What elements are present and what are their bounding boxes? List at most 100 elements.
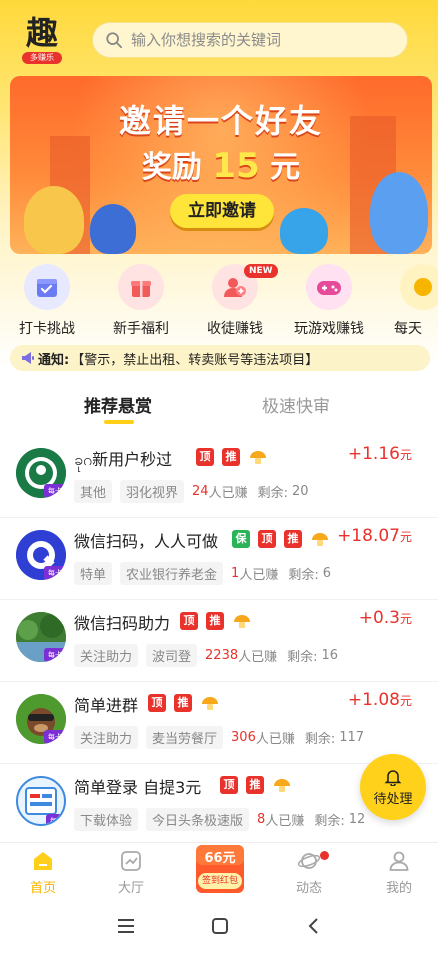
- nav-mine[interactable]: 我的: [364, 849, 434, 896]
- tag-recommend: 推: [284, 530, 302, 548]
- invite-banner[interactable]: 邀请一个好友 奖励 15 元 立即邀请: [10, 76, 432, 254]
- reward-value: +0.3: [358, 608, 400, 628]
- task-category: 关注助力: [74, 726, 139, 749]
- reward-value: +18.07: [337, 526, 400, 546]
- task-row[interactable]: 每卡 微信扫码，人人可做 保 顶 推 +18.07元 特单 农业银行养老金 1 …: [0, 518, 438, 600]
- mushroom-icon: [234, 615, 250, 628]
- chart-icon: [121, 851, 141, 871]
- home-icon: [34, 852, 52, 870]
- tag-recommend: 推: [246, 776, 264, 794]
- task-category: 下载体验: [74, 808, 139, 831]
- task-row[interactable]: 每卡 ခုဂ新用户秒过 顶 推 +1.16元 其他 羽化视界 24 人已赚 剩余…: [0, 436, 438, 518]
- tag-recommend: 推: [206, 612, 224, 630]
- task-row[interactable]: 每卡 微信扫码助力 顶 推 +0.3元 关注助力 波司登 2238 人已赚 剩余…: [0, 600, 438, 682]
- quick-link-newbie[interactable]: 新手福利: [94, 262, 188, 342]
- remaining-count: 16: [321, 648, 339, 663]
- back-icon[interactable]: [304, 916, 324, 936]
- task-avatar: 每卡: [16, 612, 66, 662]
- task-meta: 下载体验 今日头条极速版 8 人已赚 剩余: 12: [74, 808, 365, 831]
- mushroom-icon: [250, 451, 266, 464]
- task-reward: +0.3元: [359, 608, 412, 628]
- task-title: 简单登录 自提3元: [74, 778, 202, 797]
- task-tags: 顶 推: [148, 694, 220, 712]
- gamepad-icon: [306, 264, 352, 310]
- task-title: ခုဂ新用户秒过: [74, 450, 173, 469]
- promo-label: 签到红包: [198, 873, 242, 889]
- pending-label: 待处理: [373, 791, 413, 807]
- banner-person-illustration: [280, 208, 328, 254]
- task-meta: 关注助力 波司登 2238 人已赚 剩余: 16: [74, 644, 338, 667]
- quick-link-label: 新手福利: [113, 321, 169, 337]
- task-category: 关注助力: [74, 644, 139, 667]
- quick-link-games[interactable]: 玩游戏赚钱: [282, 262, 376, 342]
- app-logo[interactable]: 趣 多赚乐: [20, 16, 64, 64]
- search-icon: [106, 32, 123, 49]
- quick-link-checkin[interactable]: 打卡挑战: [0, 262, 94, 342]
- tag-guarantee: 保: [232, 530, 250, 548]
- nav-hall-label: 大厅: [117, 881, 144, 896]
- task-avatar: 每卡: [16, 448, 66, 498]
- tab-recommended[interactable]: 推荐悬赏: [84, 392, 152, 417]
- megaphone-icon: [22, 352, 34, 364]
- tag-recommend: 推: [174, 694, 192, 712]
- home-square-icon[interactable]: [210, 916, 230, 936]
- avatar-badge: 每卡: [44, 566, 66, 580]
- reward-unit: 元: [399, 612, 412, 626]
- mushroom-icon: [274, 779, 290, 792]
- task-company: 农业银行养老金: [120, 562, 224, 585]
- task-avatar: 每卡: [16, 776, 66, 826]
- earned-count: 24: [192, 484, 209, 499]
- tag-top: 顶: [258, 530, 276, 548]
- quick-link-label: 每天: [394, 321, 422, 337]
- notice-bar[interactable]: 通知: 【警示，禁止出租、转卖账号等违法项目】: [10, 345, 430, 371]
- task-company: 麦当劳餐厅: [146, 726, 224, 749]
- reward-unit: 元: [399, 448, 412, 462]
- task-title: 简单进群: [74, 696, 139, 715]
- menu-icon[interactable]: [116, 916, 136, 936]
- checkin-red-packet[interactable]: 66元 签到红包: [194, 843, 246, 895]
- bell-icon: [384, 769, 402, 786]
- list-tabs: 推荐悬赏 极速快审: [0, 384, 438, 430]
- bottom-nav: 首页 大厅 66元 签到红包 动态 我的: [0, 842, 438, 902]
- quick-link-daily[interactable]: 每天: [376, 262, 438, 342]
- task-avatar: 每卡: [16, 694, 66, 744]
- invite-now-button[interactable]: 立即邀请: [170, 194, 274, 228]
- nav-dynamics-label: 动态: [295, 881, 322, 896]
- quick-link-recruit[interactable]: NEW 收徒赚钱: [188, 262, 282, 342]
- notice-prefix: 通知:: [38, 352, 70, 368]
- banner-subtitle: 奖励 15 元: [10, 142, 432, 186]
- earned-label: 人已赚: [238, 650, 278, 665]
- earned-count: 2238: [205, 648, 239, 663]
- task-meta: 其他 羽化视界 24 人已赚 剩余: 20: [74, 480, 309, 503]
- search-bar[interactable]: [92, 22, 408, 58]
- planet-icon: [297, 853, 321, 869]
- search-input[interactable]: [131, 31, 381, 49]
- remaining-count: 6: [322, 566, 331, 581]
- system-navigation: [0, 902, 438, 954]
- task-row[interactable]: 每卡 简单进群 顶 推 +1.08元 关注助力 麦当劳餐厅 306 人已赚 剩余…: [0, 682, 438, 764]
- task-title: 微信扫码助力: [74, 614, 171, 633]
- task-tags: 顶 推: [180, 612, 252, 630]
- task-category: 其他: [74, 480, 113, 503]
- notification-dot: [320, 851, 329, 860]
- nav-home[interactable]: 首页: [8, 849, 78, 896]
- reward-unit: 元: [399, 530, 412, 544]
- banner-reward-amount: 15: [212, 146, 260, 186]
- header: 趣 多赚乐: [0, 0, 438, 76]
- earned-count: 306: [231, 730, 256, 745]
- task-tags: 保 顶 推: [232, 530, 330, 548]
- remaining-label: 剩余:: [314, 814, 345, 829]
- nav-hall[interactable]: 大厅: [96, 849, 166, 896]
- nav-dynamics[interactable]: 动态: [274, 849, 344, 896]
- pending-float-button[interactable]: 待处理: [360, 754, 426, 820]
- calendar-check-icon: [24, 264, 70, 310]
- tab-fast-review[interactable]: 极速快审: [262, 392, 330, 417]
- tag-top: 顶: [148, 694, 166, 712]
- promo-amount: 66元: [204, 851, 236, 866]
- task-company: 羽化视界: [120, 480, 185, 503]
- coin-icon: [400, 264, 438, 310]
- remaining-label: 剩余:: [257, 486, 288, 501]
- tag-top: 顶: [180, 612, 198, 630]
- task-meta: 关注助力 麦当劳餐厅 306 人已赚 剩余: 117: [74, 726, 364, 749]
- tag-top: 顶: [220, 776, 238, 794]
